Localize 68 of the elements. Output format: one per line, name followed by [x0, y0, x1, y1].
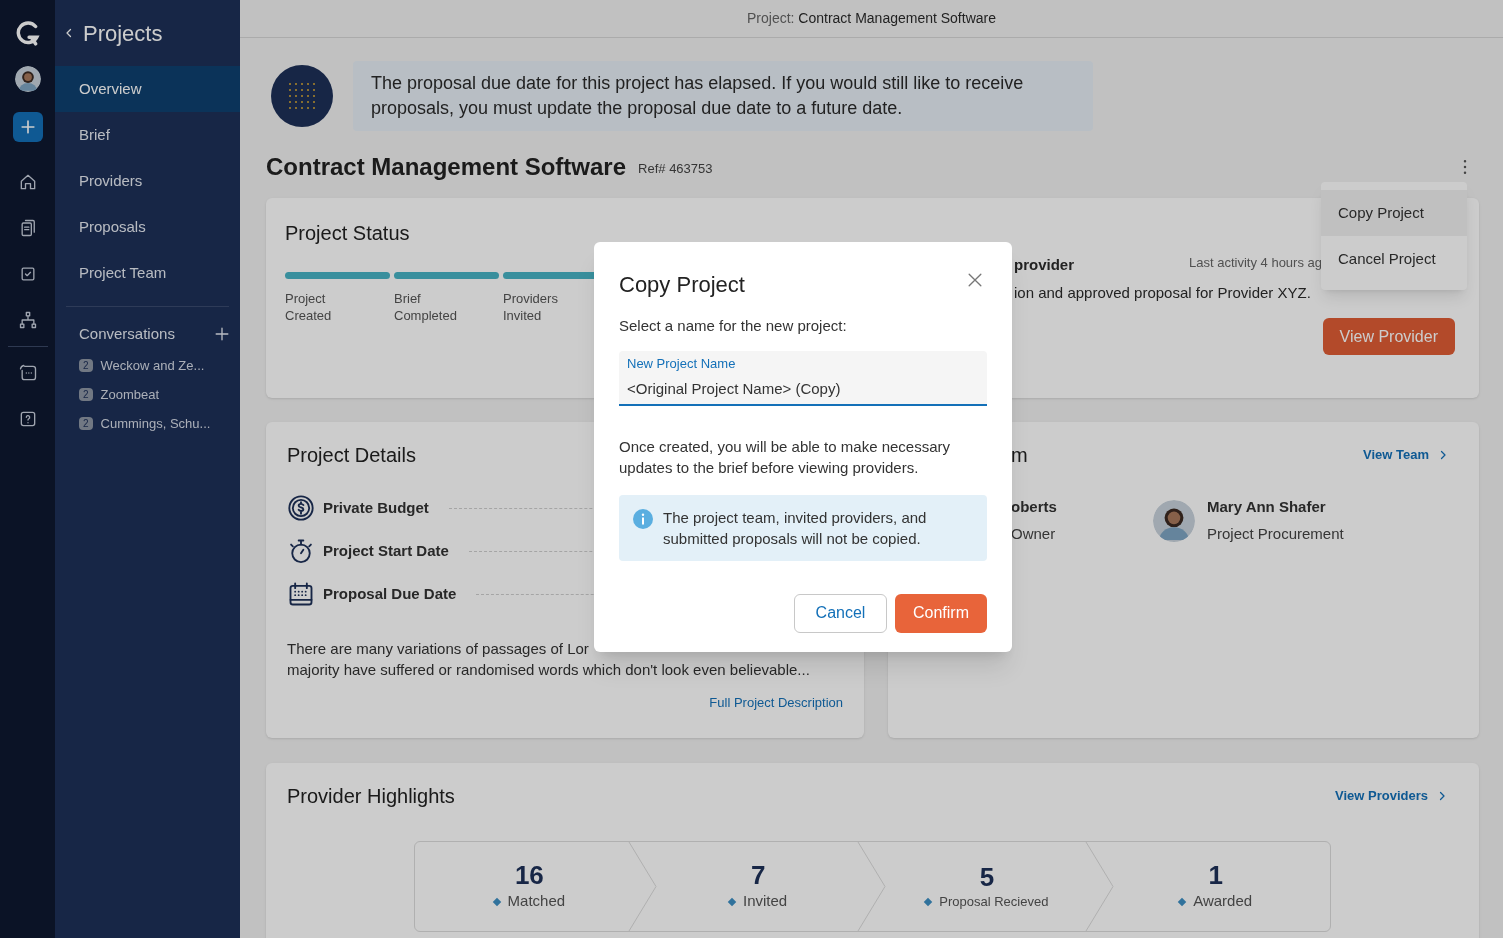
- stage-label: Invited: [729, 890, 788, 913]
- view-team-link[interactable]: View Team: [1363, 445, 1449, 465]
- card-title: Project Status: [285, 221, 410, 246]
- member-role: Owner: [1011, 523, 1057, 544]
- reference-number: Ref# 463753: [638, 160, 713, 179]
- full-description-link[interactable]: Full Project Description: [709, 693, 843, 713]
- dialog-title: Copy Project: [619, 271, 745, 299]
- detail-label: Private Budget: [323, 497, 429, 518]
- view-providers-link[interactable]: View Providers: [1335, 786, 1448, 806]
- stage-label: Awarded: [1179, 890, 1253, 913]
- sidebar-item[interactable]: Overview: [55, 66, 240, 112]
- stage-label: Matched: [493, 890, 566, 913]
- conversation-item[interactable]: 2 Zoombeat: [55, 380, 240, 409]
- header-title: Project: Contract Management Software: [747, 9, 996, 28]
- count-badge: 2: [79, 359, 93, 372]
- sidebar-item[interactable]: Brief: [55, 112, 240, 158]
- chat-icon[interactable]: [17, 363, 38, 383]
- stage-count: 16: [514, 860, 544, 891]
- cancel-button[interactable]: Cancel: [794, 593, 887, 633]
- detail-label: Project Start Date: [323, 540, 449, 561]
- status-text: ion and approved proposal for Provider XYZ.: [1014, 282, 1311, 303]
- sidebar-item[interactable]: Project Team: [55, 250, 240, 296]
- card-title: Project Details: [287, 443, 416, 468]
- member-name: Mary Ann Shafer: [1207, 497, 1327, 517]
- dotted-avatar: [271, 65, 333, 127]
- step-label: Project Created: [285, 290, 333, 324]
- stage-count: 1: [1208, 860, 1223, 891]
- project-description: There are many variations of passages of Lor majority have suffered or randomised words which don't look even believable...: [287, 639, 811, 680]
- field-label: New Project Name: [627, 354, 737, 373]
- conversation-item[interactable]: 2 Cummings, Schu...: [55, 409, 240, 438]
- logo-icon[interactable]: [14, 20, 41, 46]
- stopwatch-icon: [287, 537, 315, 565]
- step-label: Brief Completed: [394, 290, 458, 324]
- stage-count: 7: [750, 860, 766, 891]
- project-title: Contract Management Software: [266, 152, 627, 182]
- detail-label: Proposal Due Date: [323, 583, 457, 604]
- field-value: <Original Project Name> (Copy): [627, 379, 841, 399]
- dialog-note: Once created, you will be able to make necessary updates to the brief before viewing providers.: [619, 436, 951, 478]
- dollar-coin-icon: [287, 494, 315, 522]
- status-heading: provider: [1014, 255, 1074, 275]
- step-label: Providers Invited: [503, 290, 559, 324]
- conversation-item[interactable]: 2 Weckow and Ze...: [55, 351, 240, 380]
- alert-bubble: The proposal due date for this project has elapsed. If you would still like to receive proposals, you must update the proposal due date to a future date.: [353, 61, 1093, 131]
- info-text: The project team, invited providers, and submitted proposals will not be copied.: [663, 507, 928, 549]
- card-title: Provider Highlights: [287, 784, 455, 809]
- card-title: m: [1011, 443, 1028, 468]
- info-icon: [633, 508, 653, 529]
- sidebar-title: Projects: [83, 19, 163, 48]
- last-activity: Last activity 4 hours ag: [1189, 254, 1322, 272]
- calendar-icon: [287, 580, 315, 608]
- stage-count: 5: [979, 861, 995, 892]
- menu-item[interactable]: Copy Project: [1321, 190, 1467, 236]
- stage-label: Proposal Recieved: [925, 891, 1049, 912]
- menu-item[interactable]: Cancel Project: [1321, 236, 1467, 282]
- conversations-heading: Conversations: [79, 323, 175, 344]
- project-name-field[interactable]: New Project Name <Original Project Name> (Copy): [619, 350, 987, 406]
- count-badge: 2: [79, 417, 93, 430]
- count-badge: 2: [79, 388, 93, 401]
- org-chart-icon[interactable]: [17, 310, 38, 330]
- sidebar-item[interactable]: Providers: [55, 158, 240, 204]
- add-button[interactable]: [12, 112, 43, 142]
- back-link[interactable]: Projects: [55, 0, 240, 66]
- member-name: oberts: [1011, 497, 1057, 517]
- avatar: [14, 66, 41, 92]
- dialog-prompt: Select a name for the new project:: [619, 316, 848, 336]
- sidebar-item[interactable]: Proposals: [55, 204, 240, 250]
- member-role: Project Procurement: [1207, 523, 1344, 544]
- avatar: [1153, 499, 1195, 542]
